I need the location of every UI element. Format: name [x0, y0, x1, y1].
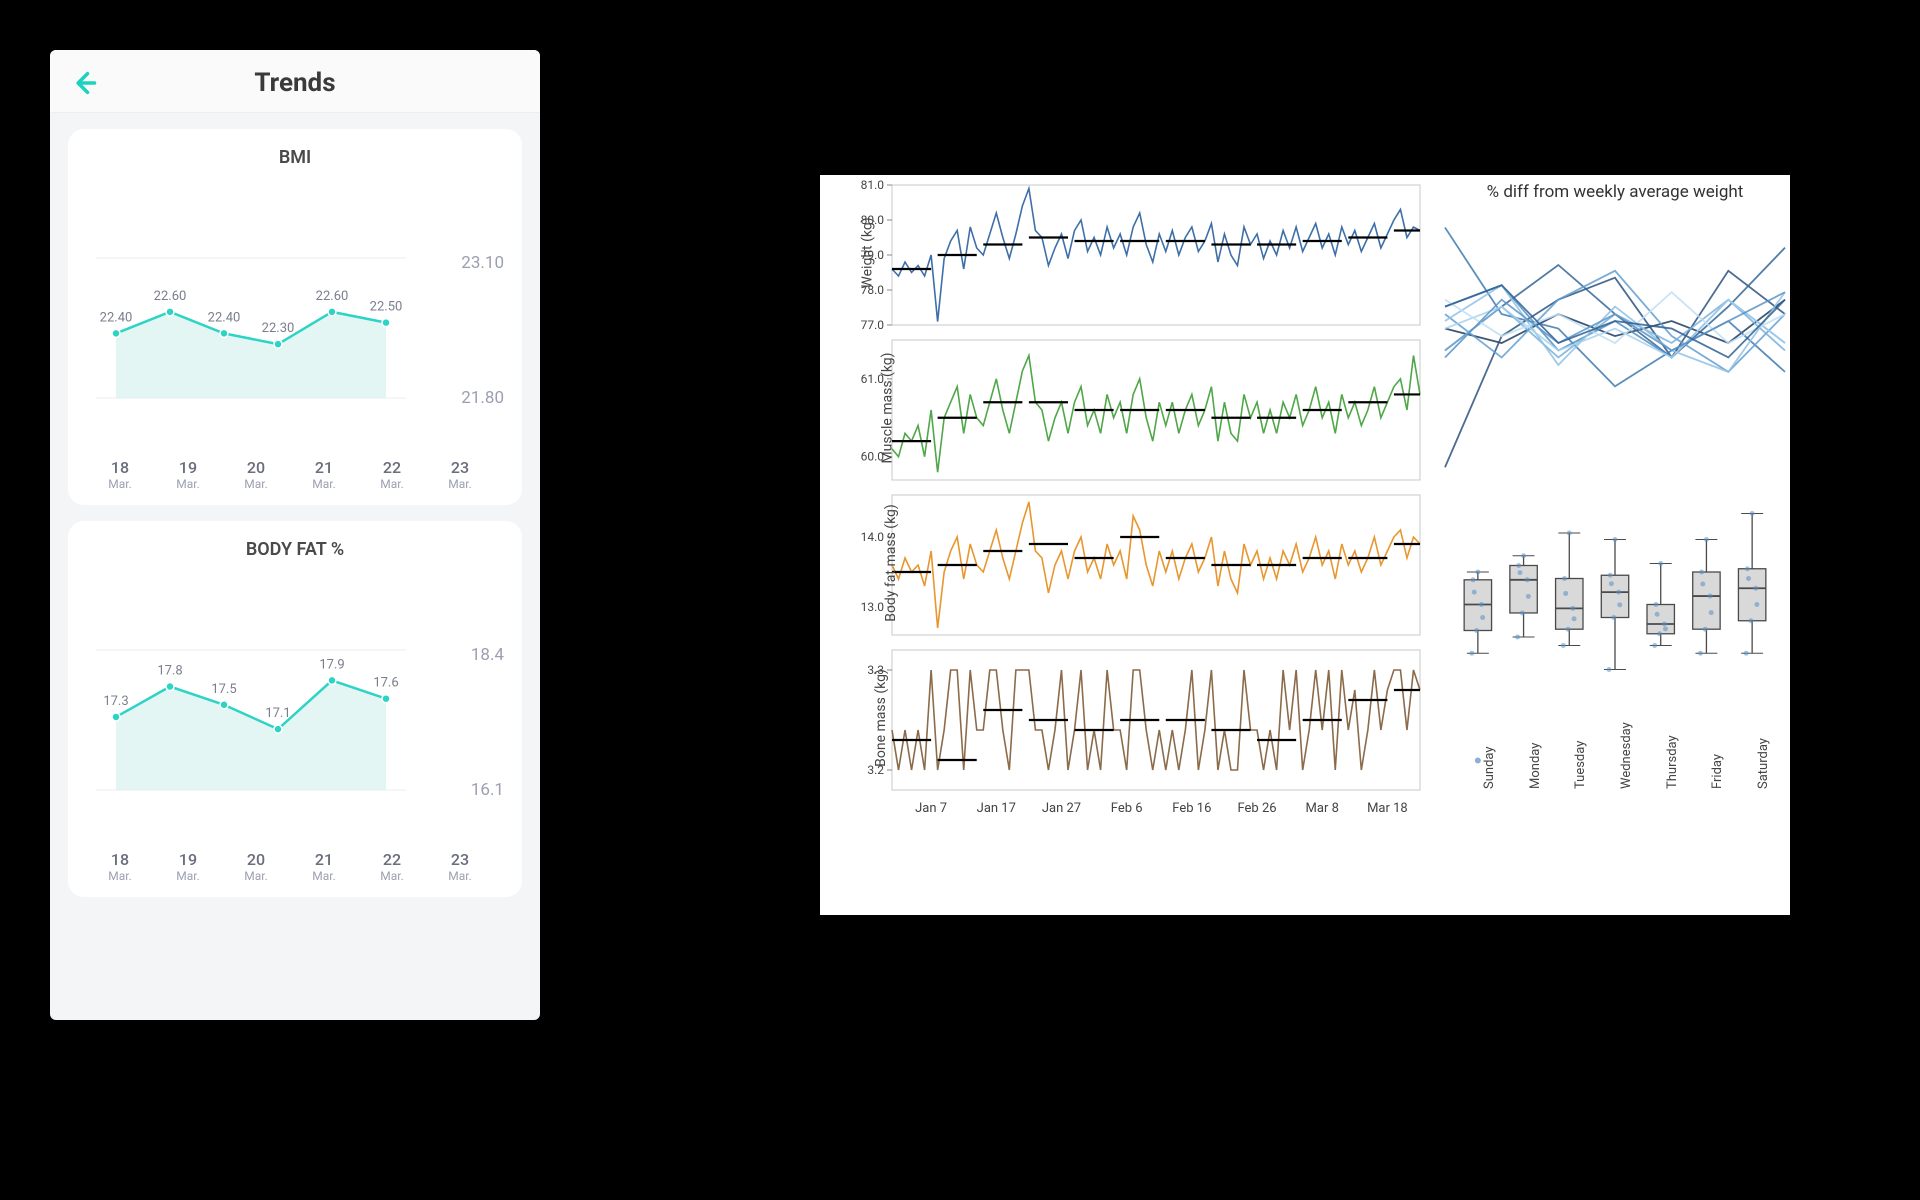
xaxis-tick: 20Mar. — [244, 850, 268, 883]
svg-text:17.8: 17.8 — [157, 664, 182, 679]
weekly-diff-column: % diff from weekly average weight Sunday… — [1440, 175, 1790, 915]
weight-panel: Weight (kg) 77.078.079.080.081.0 — [820, 175, 1430, 330]
svg-text:77.0: 77.0 — [861, 318, 885, 330]
bmi-xaxis: 18Mar. 19Mar. 20Mar. 21Mar. 22Mar. 23Mar. — [86, 458, 504, 491]
xaxis-tick: 18Mar. — [108, 850, 132, 883]
xaxis-tick: 22Mar. — [380, 458, 404, 491]
bmi-chart: 22.40 22.60 22.40 22.30 22.60 22.50 23.10 21.… — [86, 198, 504, 448]
bodyfat-panel: Body fat mass (kg) 13.0 14.0 — [820, 485, 1430, 640]
bodyfat-chart: 17.3 17.8 17.5 17.1 17.9 17.6 18.4 16.1 — [86, 590, 504, 840]
analytics-dashboard: Weight (kg) 77.078.079.080.081.0 Muscle … — [820, 175, 1790, 915]
weekday-tick: Saturday — [1756, 738, 1771, 789]
bodyfat-ylabel: Body fat mass (kg) — [883, 504, 899, 622]
xaxis-tick: 21Mar. — [312, 458, 336, 491]
xaxis-tick: Feb 6 — [1111, 801, 1143, 816]
xaxis-tick: 23Mar. — [448, 458, 472, 491]
xaxis-tick: 21Mar. — [312, 850, 336, 883]
xaxis-tick: Jan 7 — [915, 801, 947, 816]
weekly-diff-lines-chart — [1440, 203, 1790, 483]
bmi-card[interactable]: BMI 22.40 22.60 22.40 22.30 22.60 22.50 23.10… — [68, 129, 522, 505]
bmi-ymax-label: 23.10 — [461, 253, 504, 273]
xaxis-tick: 22Mar. — [380, 850, 404, 883]
timeseries-stack: Weight (kg) 77.078.079.080.081.0 Muscle … — [820, 175, 1430, 915]
svg-text:17.9: 17.9 — [319, 657, 344, 672]
svg-text:22.30: 22.30 — [262, 321, 295, 336]
bodyfat-ymax-label: 18.4 — [471, 645, 504, 665]
xaxis-tick: Mar 8 — [1306, 801, 1339, 816]
bmi-ymin-label: 21.80 — [461, 388, 504, 408]
svg-text:22.40: 22.40 — [208, 310, 241, 325]
weekly-diff-boxplot — [1440, 487, 1790, 777]
xaxis-tick: Feb 26 — [1237, 801, 1276, 816]
bone-ylabel: Bone mass (kg) — [873, 669, 889, 767]
xaxis-tick: 20Mar. — [244, 458, 268, 491]
xaxis-tick: Jan 17 — [977, 801, 1016, 816]
weekly-diff-xaxis: SundayMondayTuesdayWednesdayThursdayFrid… — [1440, 781, 1790, 871]
mobile-trends-screen: Trends BMI 22.40 22.60 22.40 22.30 22.60 22.5… — [50, 50, 540, 1020]
svg-text:17.6: 17.6 — [373, 676, 398, 691]
svg-text:13.0: 13.0 — [861, 600, 885, 614]
weekday-tick: Thursday — [1665, 735, 1680, 789]
muscle-panel: Muscle mass (kg) 60.061.0 — [820, 330, 1430, 485]
xaxis-tick: Jan 27 — [1042, 801, 1081, 816]
bone-panel: Bone mass (kg) 3.23.3 — [820, 640, 1430, 795]
bmi-card-title: BMI — [86, 147, 504, 168]
bodyfat-ymin-label: 16.1 — [471, 780, 504, 800]
xaxis-tick: Mar 18 — [1367, 801, 1408, 816]
weekday-tick: Monday — [1528, 743, 1543, 789]
weekday-tick: Wednesday — [1619, 722, 1634, 789]
xaxis-tick: 18Mar. — [108, 458, 132, 491]
svg-text:14.0: 14.0 — [861, 530, 885, 544]
xaxis-tick: 19Mar. — [176, 850, 200, 883]
svg-text:22.50: 22.50 — [370, 300, 403, 315]
svg-text:22.40: 22.40 — [100, 310, 133, 325]
svg-text:22.60: 22.60 — [154, 289, 187, 304]
bodyfat-card[interactable]: BODY FAT % 17.3 17.8 17.5 17.1 17.9 17.6 18.4… — [68, 521, 522, 897]
muscle-ylabel: Muscle mass (kg) — [880, 352, 896, 463]
xaxis-tick: 23Mar. — [448, 850, 472, 883]
weekday-tick: Tuesday — [1573, 741, 1588, 789]
xaxis-tick: 19Mar. — [176, 458, 200, 491]
svg-text:17.1: 17.1 — [265, 706, 290, 721]
timeseries-xaxis: Jan 7 Jan 17 Jan 27 Feb 6 Feb 16 Feb 26 Mar 8 M… — [892, 795, 1430, 835]
svg-text:22.60: 22.60 — [316, 289, 349, 304]
svg-text:17.3: 17.3 — [103, 694, 128, 709]
weekday-tick: Friday — [1710, 754, 1725, 789]
svg-text:81.0: 81.0 — [861, 178, 885, 192]
page-title: Trends — [70, 68, 520, 98]
bodyfat-card-title: BODY FAT % — [86, 539, 504, 560]
bodyfat-xaxis: 18Mar. 19Mar. 20Mar. 21Mar. 22Mar. 23Mar. — [86, 850, 504, 883]
weight-ylabel: Weight (kg) — [860, 217, 876, 288]
xaxis-tick: Feb 16 — [1172, 801, 1211, 816]
svg-text:17.5: 17.5 — [211, 682, 236, 697]
weekly-diff-title: % diff from weekly average weight — [1440, 175, 1790, 203]
weekday-tick: Sunday — [1482, 747, 1497, 790]
app-header: Trends — [50, 50, 540, 113]
